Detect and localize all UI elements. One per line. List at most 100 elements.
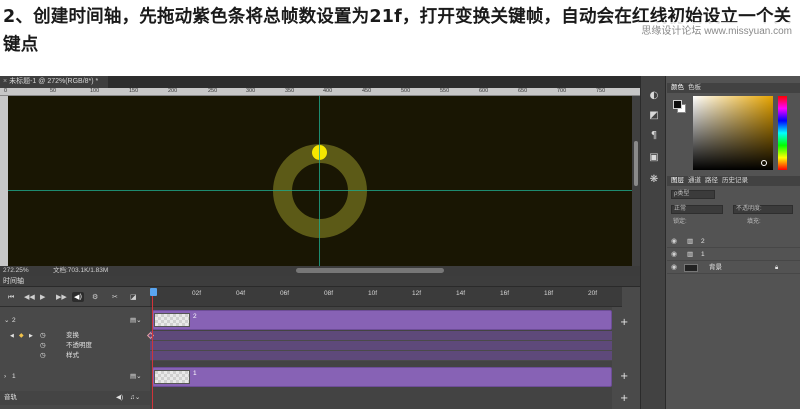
next-frame-icon[interactable]: ▶▶ xyxy=(56,292,67,302)
right-panels: 颜色 色板 图层 通道 路径 历史记录 ρ类型 正常 不透明度: 锁定: 填充: ◉ ▥… xyxy=(667,76,800,409)
timeline-layer-row[interactable]: ⌄ 2 ▤⌄ xyxy=(0,311,150,331)
color-picker-cursor[interactable] xyxy=(761,160,767,166)
timeline-title[interactable]: 时间轴 xyxy=(0,276,640,287)
property-row-transform[interactable]: ◀ ◆ ▶ ◷ 变换 xyxy=(0,331,150,341)
chevron-down-icon[interactable]: ⌄ xyxy=(4,311,9,331)
music-note-icon[interactable]: ♫⌄ xyxy=(130,391,140,405)
status-bar: 272.25% 文档:703.1K/1.83M xyxy=(0,266,640,276)
playhead-line[interactable] xyxy=(152,296,153,409)
chevron-right-icon[interactable]: › xyxy=(4,367,6,387)
timeline-tracks: 2 1 xyxy=(146,307,622,409)
next-keyframe-icon[interactable]: ▶ xyxy=(29,331,33,341)
timeline-layer-list: ⌄ 2 ▤⌄ ◀ ◆ ▶ ◷ 变换 ◷ 不透明度 ◷ 样式 › 1 ▤⌄ 音轨 … xyxy=(0,307,150,409)
history-icon[interactable]: ◐ xyxy=(648,90,660,102)
film-icon[interactable]: ▤⌄ xyxy=(130,311,142,331)
document-tab[interactable]: × 未标题-1 @ 272%(RGB/8*) * xyxy=(0,76,108,88)
eye-icon[interactable]: ◉ xyxy=(671,236,677,248)
play-icon[interactable]: ▶ xyxy=(40,292,45,302)
vertical-ruler[interactable] xyxy=(0,96,8,266)
layer-row[interactable]: ◉ ▥ 1 xyxy=(667,249,800,261)
ruler-tick: 150 xyxy=(129,88,139,94)
color-picker-field[interactable] xyxy=(693,96,773,170)
prev-frame-icon[interactable]: ◀◀ xyxy=(24,292,35,302)
property-row-opacity[interactable]: ◷ 不透明度 xyxy=(0,341,150,351)
add-audio-icon[interactable]: + xyxy=(620,393,628,404)
first-frame-icon[interactable]: ⏮ xyxy=(8,292,14,302)
ruler-tick: 250 xyxy=(208,88,218,94)
timeline-add-column: + + + xyxy=(612,307,640,409)
property-label: 样式 xyxy=(66,352,79,359)
brush-presets-icon[interactable]: ◩ xyxy=(648,110,660,122)
hue-slider[interactable] xyxy=(778,96,787,170)
frame-tick: 16f xyxy=(500,290,510,297)
scrollbar-thumb[interactable] xyxy=(634,141,638,186)
prev-keyframe-icon[interactable]: ◀ xyxy=(10,331,14,341)
blend-mode-select[interactable]: 正常 xyxy=(671,205,723,214)
ruler-tick: 0 xyxy=(4,88,8,94)
canvas-scrollbar[interactable] xyxy=(632,96,640,266)
paragraph-icon[interactable]: ¶ xyxy=(648,130,660,142)
transition-icon[interactable]: ◪ xyxy=(130,292,137,302)
layer-name: 背景 xyxy=(709,264,722,271)
video-layer-icon: ▥ xyxy=(687,238,694,245)
watermark: 思缘设计论坛 www.missyuan.com xyxy=(639,22,794,37)
layer-row[interactable]: ◉ ▥ 2 xyxy=(667,236,800,248)
tab-history[interactable]: 历史记录 xyxy=(722,177,748,184)
layers-panel-tabs: 图层 通道 路径 历史记录 xyxy=(667,176,800,186)
tab-color[interactable]: 颜色 xyxy=(671,84,684,91)
property-row-style[interactable]: ◷ 样式 xyxy=(0,351,150,361)
stopwatch-icon[interactable]: ◷ xyxy=(40,351,46,361)
timeline-layer-row[interactable]: › 1 ▤⌄ xyxy=(0,367,150,387)
frame-tick: 02f xyxy=(192,290,202,297)
stopwatch-icon[interactable]: ◷ xyxy=(40,331,46,341)
tab-paths[interactable]: 路径 xyxy=(705,177,718,184)
mute-icon[interactable]: ◀) xyxy=(116,391,123,405)
ruler-tick: 650 xyxy=(518,88,528,94)
opacity-track[interactable] xyxy=(150,341,612,351)
tab-swatches[interactable]: 色板 xyxy=(688,84,701,91)
character-icon[interactable]: ▣ xyxy=(648,152,660,164)
timeline-controls: ⏮ ◀◀ ▶ ▶▶ ◀) ⚙ ✂ ◪ xyxy=(0,287,150,307)
tab-channels[interactable]: 通道 xyxy=(688,177,701,184)
keyframe-diamond-icon[interactable]: ◆ xyxy=(19,331,24,341)
eye-icon[interactable]: ◉ xyxy=(671,262,677,274)
transform-track[interactable] xyxy=(146,331,612,341)
eye-icon[interactable]: ◉ xyxy=(671,249,677,261)
frame-ruler[interactable]: 02f 04f 06f 08f 10f 12f 14f 16f 18f 20f xyxy=(150,287,622,307)
frame-tick: 12f xyxy=(412,290,422,297)
layer-1-clip[interactable]: 1 xyxy=(152,367,612,387)
style-track[interactable] xyxy=(150,351,612,361)
add-media-icon[interactable]: + xyxy=(620,371,628,382)
document-info[interactable]: 文档:703.1K/1.83M xyxy=(53,266,108,276)
frame-tick: 08f xyxy=(324,290,334,297)
horizontal-scrollbar[interactable] xyxy=(296,268,444,273)
audio-track-row[interactable]: 音轨 ◀) ♫⌄ xyxy=(0,391,150,405)
layer-filter-select[interactable]: ρ类型 xyxy=(671,190,715,199)
split-icon[interactable]: ✂ xyxy=(112,292,118,302)
horizontal-guide[interactable] xyxy=(8,190,632,191)
foreground-color-swatch[interactable] xyxy=(673,100,682,109)
horizontal-ruler[interactable]: 0 50 100 150 200 250 300 350 400 450 500… xyxy=(0,88,640,96)
frame-tick: 18f xyxy=(544,290,554,297)
properties-icon[interactable]: ❋ xyxy=(648,174,660,186)
film-icon[interactable]: ▤⌄ xyxy=(130,367,142,387)
ruler-tick: 600 xyxy=(479,88,489,94)
layer-2-clip[interactable]: 2 xyxy=(152,310,612,330)
vertical-guide[interactable] xyxy=(319,96,320,266)
playhead-handle[interactable] xyxy=(150,288,157,296)
audio-icon[interactable]: ◀) xyxy=(72,292,85,302)
document-canvas[interactable] xyxy=(8,96,632,266)
stopwatch-icon[interactable]: ◷ xyxy=(40,341,46,351)
zoom-level[interactable]: 272.25% xyxy=(3,266,29,276)
frame-tick: 20f xyxy=(588,290,598,297)
clip-label: 2 xyxy=(193,313,197,320)
layer-row[interactable]: ◉ 背景 🔒︎ xyxy=(667,262,800,274)
tab-layers[interactable]: 图层 xyxy=(671,177,684,184)
ruler-tick: 200 xyxy=(168,88,178,94)
settings-icon[interactable]: ⚙ xyxy=(92,292,98,302)
close-icon[interactable]: × xyxy=(3,78,7,85)
property-label: 不透明度 xyxy=(66,342,92,349)
timeline-panel: 时间轴 ⏮ ◀◀ ▶ ▶▶ ◀) ⚙ ✂ ◪ 02f 04f 06f 08f 1… xyxy=(0,276,640,409)
add-media-icon[interactable]: + xyxy=(620,317,628,328)
opacity-field[interactable]: 不透明度: xyxy=(733,205,793,214)
